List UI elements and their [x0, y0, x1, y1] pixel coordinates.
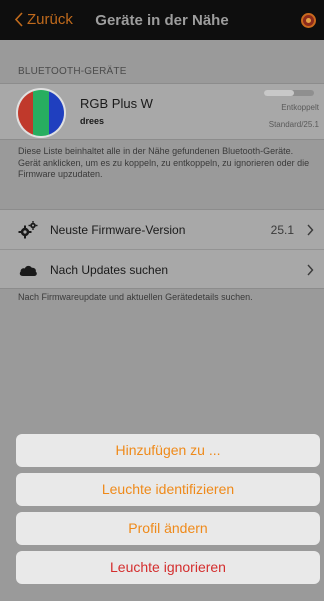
signal-strength-bar — [264, 90, 314, 96]
device-status: Entkoppelt — [281, 103, 319, 112]
thumb-stripe-green — [33, 90, 49, 136]
device-manufacturer: drees — [80, 116, 105, 126]
device-thumbnail-icon — [16, 88, 66, 138]
bluetooth-description: Diese Liste beinhaltet alle in der Nähe … — [18, 146, 310, 179]
device-row[interactable]: RGB Plus W drees Entkoppelt Standard/25.… — [0, 83, 324, 140]
firmware-version-value: 25.1 — [270, 223, 294, 237]
device-firmware: Standard/25.1 — [268, 120, 319, 129]
check-updates-row[interactable]: Nach Updates suchen — [0, 249, 324, 288]
gears-icon — [18, 221, 38, 239]
section-header-bluetooth: BLUETOOTH-GERÄTE — [18, 66, 127, 77]
signal-strength-fill — [264, 90, 294, 96]
firmware-note: Nach Firmwareupdate und aktuellen Geräte… — [18, 292, 253, 302]
chevron-right-icon — [307, 264, 314, 276]
ignore-light-button[interactable]: Leuchte ignorieren — [16, 551, 320, 584]
add-to-button[interactable]: Hinzufügen zu ... — [16, 434, 320, 467]
light-bulb-icon[interactable] — [301, 13, 316, 28]
identify-light-button[interactable]: Leuchte identifizieren — [16, 473, 320, 506]
cloud-icon — [19, 265, 37, 276]
device-name: RGB Plus W — [80, 96, 153, 111]
firmware-version-row[interactable]: Neuste Firmware-Version 25.1 — [0, 210, 324, 249]
thumb-stripe-red — [18, 90, 33, 136]
change-profile-button[interactable]: Profil ändern — [16, 512, 320, 545]
thumb-stripe-blue — [49, 90, 64, 136]
page-title: Geräte in der Nähe — [95, 12, 229, 29]
navigation-bar: Zurück Geräte in der Nähe — [0, 0, 324, 40]
action-sheet: Hinzufügen zu ... Leuchte identifizieren… — [16, 434, 320, 590]
chevron-right-icon — [307, 224, 314, 236]
firmware-list: Neuste Firmware-Version 25.1 Nach Update… — [0, 209, 324, 289]
firmware-version-label: Neuste Firmware-Version — [50, 223, 186, 237]
check-updates-label: Nach Updates suchen — [50, 263, 169, 277]
